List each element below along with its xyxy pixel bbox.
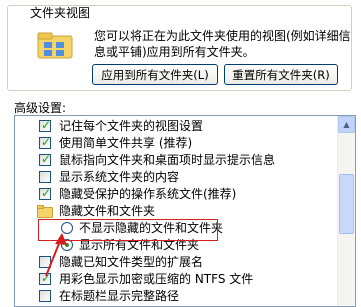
apply-to-all-folders-button[interactable]: 应用到所有文件夹(L) bbox=[92, 64, 218, 85]
checkbox-show-tips[interactable]: ✓ bbox=[39, 152, 52, 166]
item-label: 在标题栏显示完整路径 bbox=[59, 289, 180, 303]
check-icon: ✓ bbox=[41, 135, 52, 149]
radio-selected-dot bbox=[65, 243, 69, 247]
annotation-highlight-box bbox=[38, 219, 218, 241]
checkbox-remember-views[interactable]: ✓ bbox=[39, 118, 52, 132]
item-label: 隐藏已知文件类型的扩展名 bbox=[59, 255, 204, 269]
folder-views-title: 文件夹视图 bbox=[28, 6, 93, 20]
scroll-up-icon[interactable]: ▲ bbox=[338, 116, 355, 133]
reset-all-folders-button[interactable]: 重置所有文件夹(R) bbox=[224, 64, 338, 85]
folder-view-icon bbox=[37, 32, 73, 59]
item-label: 隐藏文件和文件夹 bbox=[59, 204, 156, 218]
checkbox-full-path-title[interactable] bbox=[39, 290, 51, 302]
item-label: 记住每个文件夹的视图设置 bbox=[59, 119, 204, 133]
checkbox-hide-extensions[interactable] bbox=[39, 256, 51, 268]
list-scrollbar[interactable]: ▲ bbox=[337, 116, 355, 306]
folder-icon bbox=[37, 205, 53, 218]
advanced-settings-label: 高级设置: bbox=[14, 101, 67, 115]
check-icon: ✓ bbox=[41, 271, 52, 285]
item-label: 使用简单文件共享 (推荐) bbox=[59, 136, 193, 150]
checkbox-color-ntfs[interactable]: ✓ bbox=[39, 271, 52, 285]
advanced-settings-list[interactable]: ✓ 记住每个文件夹的视图设置 ✓ 使用简单文件共享 (推荐) ✓ 鼠标指向文件夹… bbox=[14, 115, 356, 307]
checkbox-system-folder-contents[interactable] bbox=[39, 171, 51, 183]
folder-views-description: 您可以将正在为此文件夹使用的视图(例如详细信息或平铺)应用到所有文件夹。 bbox=[94, 29, 351, 59]
item-label: 用彩色显示加密或压缩的 NTFS 文件 bbox=[59, 272, 254, 286]
scrollbar-thumb[interactable] bbox=[339, 174, 354, 234]
item-label: 鼠标指向文件夹和桌面项时显示提示信息 bbox=[59, 153, 276, 167]
checkbox-simple-sharing[interactable]: ✓ bbox=[39, 135, 52, 149]
item-label: 显示系统文件夹的内容 bbox=[59, 170, 180, 184]
folder-views-group: 文件夹视图 您可以将正在为此文件夹使用的视图(例如详细信息或平铺)应用到所有文件… bbox=[7, 5, 352, 91]
check-icon: ✓ bbox=[41, 118, 52, 132]
check-icon: ✓ bbox=[41, 152, 52, 166]
check-icon: ✓ bbox=[41, 186, 52, 200]
checkbox-hide-protected-files[interactable]: ✓ bbox=[39, 186, 52, 200]
item-label: 隐藏受保护的操作系统文件(推荐) bbox=[59, 187, 237, 201]
